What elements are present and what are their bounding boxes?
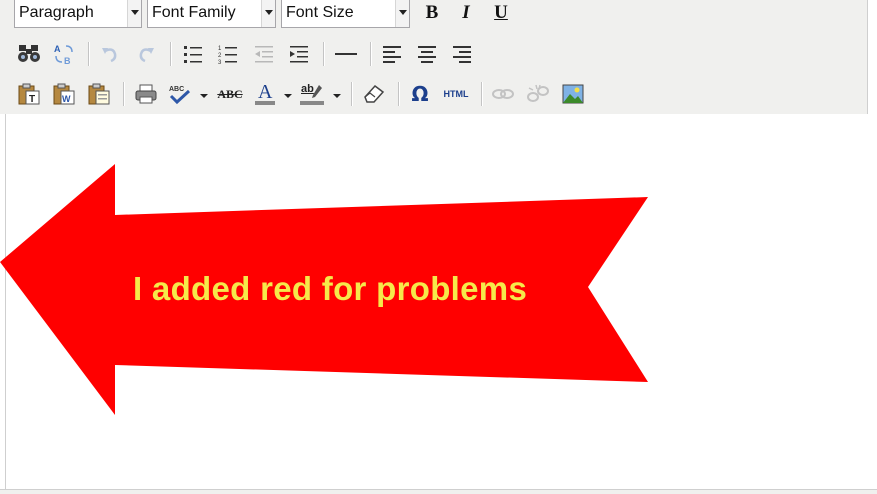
font-size-select[interactable]: Font Size — [281, 0, 410, 28]
bullet-list-button[interactable] — [179, 40, 207, 68]
svg-text:ABC: ABC — [169, 86, 184, 93]
svg-text:W: W — [62, 94, 71, 104]
svg-text:B: B — [64, 56, 71, 66]
background-color-dropdown[interactable] — [333, 92, 341, 100]
paste-button[interactable] — [85, 80, 113, 108]
horizontal-rule-icon — [335, 53, 357, 55]
format-select[interactable]: Paragraph — [14, 0, 142, 28]
numbered-list-icon: 1 2 3 — [218, 46, 237, 65]
svg-text:2: 2 — [218, 53, 222, 59]
outdent-button[interactable] — [250, 40, 278, 68]
redo-button[interactable] — [132, 40, 160, 68]
align-right-button[interactable] — [448, 40, 476, 68]
horizontal-rule-button[interactable] — [332, 40, 360, 68]
find-button[interactable] — [15, 40, 43, 68]
toolbar-separator — [170, 42, 172, 66]
font-family-select-label: Font Family — [152, 4, 236, 21]
undo-button[interactable] — [96, 40, 124, 68]
toolbar-separator — [323, 42, 325, 66]
link-button[interactable] — [489, 80, 517, 108]
strikethrough-button[interactable]: ABC — [216, 80, 244, 108]
link-icon — [492, 89, 514, 99]
svg-text:1: 1 — [218, 46, 222, 52]
indent-icon — [290, 46, 308, 63]
svg-text:A: A — [54, 44, 61, 54]
undo-icon — [102, 48, 117, 63]
spellcheck-icon: ABC — [169, 86, 191, 105]
outdent-icon — [255, 46, 273, 63]
align-center-button[interactable] — [413, 40, 441, 68]
toolbar-row-1: Paragraph Font Family Font Size B I U — [0, 0, 867, 33]
print-icon — [135, 84, 157, 104]
italic-button[interactable]: I — [452, 0, 480, 27]
replace-icon: A B — [54, 44, 73, 66]
text-color-icon: A — [254, 81, 276, 106]
toolbar-separator — [370, 42, 372, 66]
toolbar-row-2: A B 1 2 3 — [0, 35, 867, 73]
paste-word-icon: W — [53, 83, 75, 105]
numbered-list-button[interactable]: 1 2 3 — [214, 40, 242, 68]
svg-text:3: 3 — [218, 60, 222, 65]
background-color-icon: ab — [299, 82, 325, 106]
underline-icon: U — [494, 2, 508, 23]
html-source-button[interactable]: HTML — [440, 80, 472, 108]
print-button[interactable] — [132, 80, 160, 108]
redo-icon — [139, 48, 154, 63]
chevron-down-icon[interactable] — [127, 0, 141, 27]
insert-image-icon — [562, 84, 584, 104]
find-icon — [18, 45, 40, 62]
text-color-dropdown[interactable] — [284, 92, 292, 100]
toolbar-separator — [398, 82, 400, 106]
align-right-icon — [453, 46, 471, 63]
paste-word-button[interactable]: W — [50, 80, 78, 108]
underline-button[interactable]: U — [487, 0, 515, 27]
chevron-down-icon[interactable] — [261, 0, 275, 27]
align-center-icon — [418, 46, 436, 63]
background-color-swatch — [300, 101, 324, 105]
spellcheck-dropdown[interactable] — [200, 92, 208, 100]
spellcheck-button[interactable]: ABC — [166, 80, 194, 108]
format-select-label: Paragraph — [19, 4, 94, 21]
editor-status-bar — [0, 489, 877, 494]
font-size-select-label: Font Size — [286, 4, 354, 21]
toolbar-separator — [351, 82, 353, 106]
text-color-button[interactable]: A — [251, 80, 279, 108]
indent-button[interactable] — [285, 40, 313, 68]
special-character-button[interactable]: Ω — [406, 80, 434, 108]
toolbar-separator — [481, 82, 483, 106]
italic-icon: I — [462, 2, 470, 23]
strikethrough-icon: ABC — [217, 86, 243, 101]
svg-text:T: T — [29, 94, 35, 105]
paste-text-button[interactable]: T — [15, 80, 43, 108]
paste-icon — [88, 83, 110, 105]
replace-button[interactable]: A B — [50, 40, 78, 68]
paste-text-icon: T — [18, 83, 40, 105]
bullet-list-icon — [184, 46, 202, 63]
bold-icon: B — [425, 2, 439, 23]
insert-image-button[interactable] — [559, 80, 587, 108]
remove-format-icon — [364, 84, 385, 103]
background-color-button[interactable]: ab — [298, 80, 326, 108]
annotation-text: I added red for problems — [133, 270, 528, 307]
html-source-icon: HTML — [443, 89, 469, 99]
unlink-button[interactable] — [524, 80, 552, 108]
chevron-down-icon[interactable] — [395, 0, 409, 27]
align-left-icon — [383, 46, 401, 63]
align-left-button[interactable] — [378, 40, 406, 68]
toolbar-row-3: T W ABC ABC A ab Ω HTML — [0, 75, 867, 113]
special-character-icon: Ω — [411, 82, 429, 106]
text-color-swatch — [255, 101, 275, 105]
toolbar-separator — [123, 82, 125, 106]
editor-toolbar: Paragraph Font Family Font Size B I U A … — [0, 0, 868, 114]
remove-format-button[interactable] — [360, 80, 388, 108]
bold-button[interactable]: B — [418, 0, 446, 27]
toolbar-separator — [88, 42, 90, 66]
font-family-select[interactable]: Font Family — [147, 0, 276, 28]
unlink-icon — [527, 84, 549, 102]
